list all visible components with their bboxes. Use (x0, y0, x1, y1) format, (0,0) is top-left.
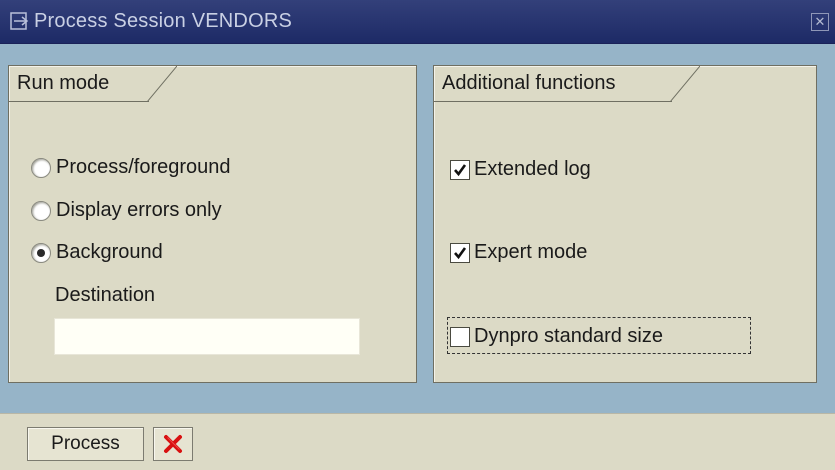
radio-button[interactable] (31, 242, 51, 263)
destination-label: Destination (55, 284, 156, 306)
radio-display-errors-only[interactable]: Display errors only (31, 199, 222, 222)
checkbox-dynpro-standard-size[interactable]: Dynpro standard size (450, 325, 663, 348)
checkmark-icon (454, 246, 467, 259)
tab-slant (147, 66, 177, 102)
checkmark-icon (454, 163, 467, 176)
checkbox[interactable] (450, 159, 470, 180)
footer-toolbar: Process (0, 413, 835, 470)
radio-label: Background (56, 241, 163, 263)
radio-process-foreground[interactable]: Process/foreground (31, 156, 231, 179)
dialog-arrow-icon (10, 12, 29, 30)
checkbox-expert-mode[interactable]: Expert mode (450, 241, 587, 264)
run-mode-group-label: Run mode (9, 66, 149, 102)
additional-functions-group-label: Additional functions (434, 66, 672, 102)
radio-button[interactable] (31, 200, 51, 221)
radio-label: Process/foreground (56, 156, 231, 178)
close-icon[interactable]: ✕ (811, 13, 829, 31)
run-mode-group: Run mode Process/foreground Display erro… (8, 65, 417, 383)
checkbox[interactable] (450, 326, 470, 347)
radio-background[interactable]: Background (31, 241, 163, 264)
window-title: Process Session VENDORS (34, 10, 293, 32)
checkbox-label: Dynpro standard size (474, 325, 663, 347)
additional-functions-group: Additional functions Extended log Expert… (433, 65, 817, 383)
process-button[interactable]: Process (27, 427, 144, 461)
checkbox-extended-log[interactable]: Extended log (450, 158, 591, 181)
cancel-x-icon (164, 435, 182, 453)
tab-slant (670, 66, 700, 102)
destination-field[interactable] (54, 318, 360, 355)
radio-button[interactable] (31, 157, 51, 178)
radio-label: Display errors only (56, 199, 222, 221)
checkbox[interactable] (450, 242, 470, 263)
checkbox-label: Expert mode (474, 241, 588, 263)
checkbox-label: Extended log (474, 158, 591, 180)
title-bar: Process Session VENDORS ✕ (0, 0, 835, 44)
cancel-button[interactable] (153, 427, 193, 461)
